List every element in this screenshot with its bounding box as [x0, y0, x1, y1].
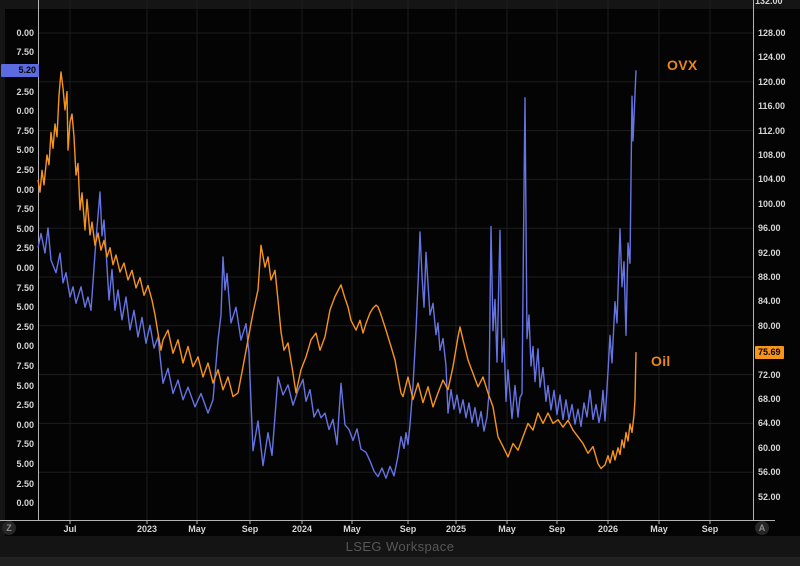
x-axis-label: May [343, 524, 361, 534]
right-axis-label: 116.00 [758, 101, 786, 112]
oil-line [37, 71, 637, 470]
right-axis-clipped-top-label: 132.00 [755, 0, 783, 6]
lseg-workspace-window: 0.00 7.50 2.50 0.00 7.50 5.00 2.50 0.00 7.50 5.00… [0, 0, 800, 566]
x-axis-label: May [650, 524, 668, 534]
x-axis-label: May [188, 524, 206, 534]
left-axis-label: 2.50 [16, 400, 34, 411]
x-axis-label: 2025 [445, 524, 467, 534]
right-axis-label: 96.00 [758, 223, 781, 234]
right-axis-label: 64.00 [758, 418, 781, 429]
annotation-button[interactable]: A [755, 521, 769, 535]
left-axis-label: 2.50 [16, 321, 34, 332]
left-axis-label: 7.50 [16, 47, 34, 58]
left-axis-label: 5.00 [16, 223, 34, 234]
left-axis-label: 0.00 [16, 419, 34, 430]
right-axis-label: 92.00 [758, 247, 781, 258]
left-axis-label: 7.50 [16, 360, 34, 371]
x-axis-label: 2024 [291, 524, 313, 534]
x-axis-label: Sep [241, 524, 259, 534]
right-axis-label: 104.00 [758, 174, 786, 185]
right-axis-label: 128.00 [758, 28, 786, 38]
price-chart[interactable]: 0.00 7.50 2.50 0.00 7.50 5.00 2.50 0.00 7.50 5.00… [0, 0, 800, 536]
right-axis-label: 88.00 [758, 272, 781, 282]
left-axis-label: 5.00 [16, 380, 34, 391]
x-axis-label: Sep [548, 524, 566, 534]
right-axis-label: 60.00 [758, 442, 781, 453]
left-axis-label: 7.50 [16, 125, 34, 136]
right-axis-label: 56.00 [758, 467, 781, 478]
right-axis-label: 80.00 [758, 320, 781, 331]
right-axis-label: 84.00 [758, 296, 781, 307]
right-axis-label: 68.00 [758, 394, 781, 404]
status-bar: LSEG Workspace [0, 536, 800, 557]
x-axis-label: May [498, 524, 516, 534]
x-axis-label: Sep [399, 524, 417, 534]
x-axis-label: 2023 [136, 524, 158, 534]
plot-svg [0, 0, 775, 524]
left-axis-label: 7.50 [16, 282, 34, 293]
oil-last-value-badge: 75.69 [755, 346, 784, 360]
right-axis-label: 108.00 [758, 150, 786, 160]
ovx-last-value-badge: 5.20 [1, 64, 39, 78]
right-axis-label: 112.00 [758, 125, 786, 136]
right-axis-label: 124.00 [758, 52, 786, 63]
left-axis-label: 2.50 [16, 86, 34, 97]
brand-text: LSEG Workspace [345, 539, 455, 554]
right-axis-label: 120.00 [758, 76, 786, 87]
left-axis-label: 0.00 [16, 341, 34, 352]
left-axis-label: 0.00 [16, 498, 34, 509]
right-axis-label: 52.00 [758, 491, 781, 502]
left-axis-label: 0.00 [16, 262, 34, 273]
zoom-reset-button[interactable]: Z [2, 521, 16, 535]
left-axis-label: 0.00 [16, 27, 34, 38]
right-axis-label: 72.00 [758, 369, 781, 380]
left-axis-label: 0.00 [16, 106, 34, 117]
left-axis-label: 5.00 [16, 458, 34, 469]
x-axis-label: Sep [701, 524, 719, 534]
left-axis-label: 7.50 [16, 204, 34, 215]
left-axis-label: 0.00 [16, 184, 34, 195]
left-axis-label: 7.50 [16, 439, 34, 450]
left-axis-label: 2.50 [16, 164, 34, 175]
oil-series-label[interactable]: Oil [651, 353, 671, 369]
x-axis-label: Jul [63, 524, 77, 534]
window-bottom-edge [0, 557, 800, 566]
right-axis-label: 100.00 [758, 198, 786, 209]
left-axis-label: 5.00 [16, 145, 34, 156]
left-axis-label: 5.00 [16, 302, 34, 313]
x-axis-label: 2026 [597, 524, 619, 534]
left-axis-label: 2.50 [16, 478, 34, 489]
ovx-series-label[interactable]: OVX [667, 57, 697, 73]
left-axis-label: 2.50 [16, 243, 34, 254]
